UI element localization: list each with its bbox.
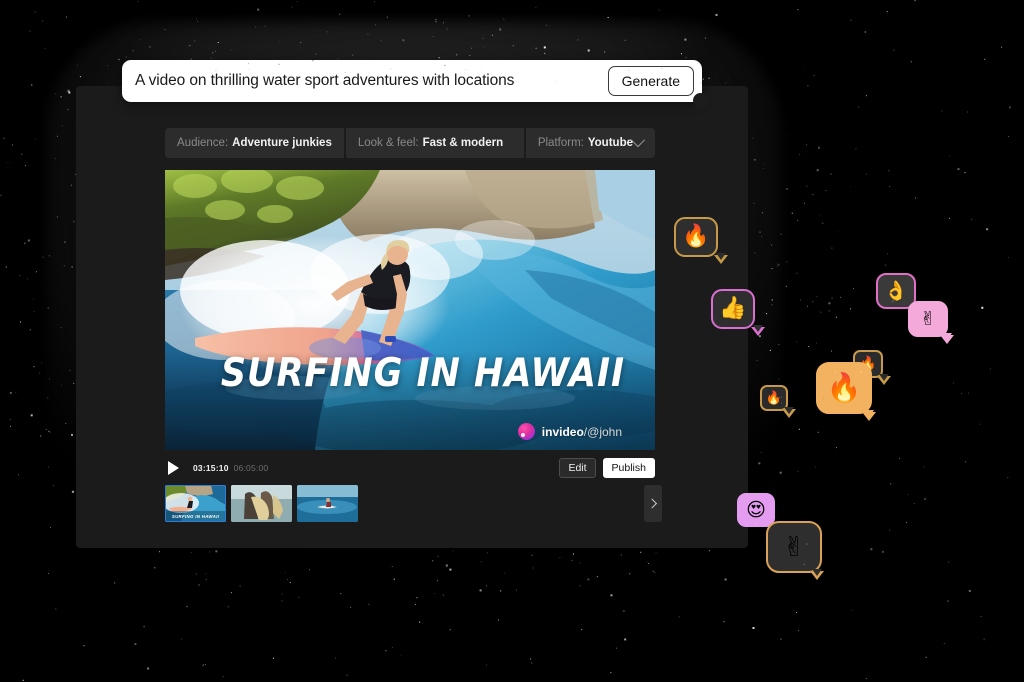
heart-eyes-emoji: 😍 [746, 498, 766, 521]
chevron-right-icon [646, 498, 657, 509]
video-title-overlay: SURFING IN HAWAII [220, 351, 625, 396]
current-time: 03:15:10 [193, 463, 229, 473]
video-preview-image [165, 170, 655, 450]
bubble-tail-inner [863, 410, 874, 417]
thumbnail-caption-1: SURFING IN HAWAII [171, 514, 220, 519]
victory-hand-emoji: ✌ [920, 307, 936, 330]
bubble-tail-inner [752, 325, 763, 332]
reaction-thumbsup[interactable]: 👍 [711, 289, 765, 336]
thumbnail-item-1[interactable]: SURFING IN HAWAII [165, 485, 226, 522]
player-controls: 03:15:10 06:05:00 Edit Publish [165, 456, 655, 480]
user-handle: /@john [583, 424, 622, 439]
total-time: 06:05:00 [233, 463, 269, 473]
reaction-victory-1[interactable]: ✌ [908, 301, 954, 344]
bubble-tail-inner [878, 374, 889, 381]
fire-emoji: 🔥 [826, 371, 862, 404]
prompt-input[interactable] [122, 72, 608, 90]
reaction-victory-2[interactable]: ✌ [766, 521, 824, 580]
filter-chip-platform[interactable]: Platform: Youtube [525, 128, 655, 158]
thumbnail-item-3[interactable] [297, 485, 358, 522]
reaction-heart-eyes[interactable]: 😍 [737, 493, 781, 534]
ok-hand-emoji: 👌 [884, 279, 908, 302]
bubble-tail-inner [811, 569, 822, 576]
video-credit: invideo/@john [517, 423, 622, 440]
filter-label-platform: Platform: [537, 137, 584, 149]
victory-hand-emoji: ✌ [782, 531, 806, 563]
filter-label-look-and-feel: Look & feel: [357, 137, 419, 149]
publish-button[interactable]: Publish [602, 458, 655, 478]
video-preview[interactable]: SURFING IN HAWAII invideo/@john [165, 170, 655, 450]
generate-button[interactable]: Generate [607, 66, 694, 96]
filter-label-audience: Audience: [177, 137, 229, 149]
reaction-fire-1[interactable]: 🔥 [674, 217, 728, 264]
thumbnail-image-3 [297, 485, 358, 522]
thumbnail-image-2 [231, 485, 292, 522]
filter-chip-look-and-feel[interactable]: Look & feel: Fast & modern [345, 128, 524, 158]
filter-chip-audience[interactable]: Audience: Adventure junkies [165, 128, 344, 158]
thumbnail-item-2[interactable] [231, 485, 292, 522]
brand-name: invideo [541, 424, 584, 439]
page-background: Generate Audience: Adventure junkies Loo… [0, 0, 1024, 682]
filter-value-look-and-feel: Fast & modern [422, 137, 504, 149]
bubble-tail-inner [715, 253, 726, 260]
thumbnail-next-button[interactable] [644, 485, 662, 522]
chevron-down-icon [630, 133, 646, 148]
fire-emoji: 🔥 [682, 224, 710, 249]
bubble-tail-inner [941, 333, 952, 340]
reaction-fire-big[interactable]: 🔥 [816, 362, 876, 421]
fire-emoji: 🔥 [765, 390, 783, 406]
invideo-logo-icon [517, 423, 535, 440]
play-button-icon[interactable] [168, 461, 179, 475]
mouse-cursor-dot [693, 93, 708, 108]
thumbnail-strip: SURFING IN HAWAII [165, 485, 662, 522]
bubble-tail-inner [783, 407, 794, 414]
filter-value-platform: Youtube [587, 137, 633, 149]
filter-bar: Audience: Adventure junkies Look & feel:… [165, 128, 655, 158]
thumbs-up-emoji: 👍 [719, 296, 747, 321]
reaction-fire-2[interactable]: 🔥 [760, 385, 796, 418]
filter-value-audience: Adventure junkies [232, 137, 332, 149]
prompt-bar: Generate [122, 60, 708, 108]
edit-button[interactable]: Edit [559, 458, 596, 478]
